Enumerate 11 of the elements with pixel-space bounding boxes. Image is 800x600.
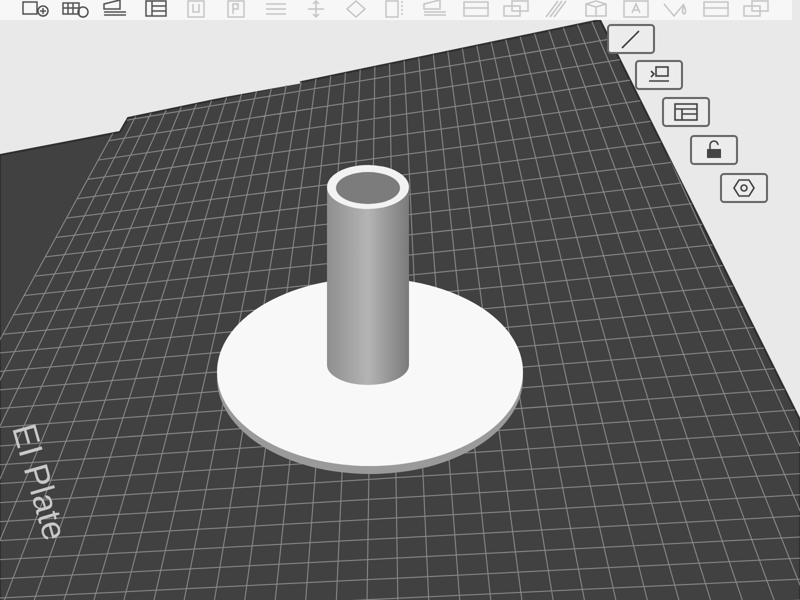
view-button[interactable] xyxy=(690,135,738,165)
view-button[interactable] xyxy=(607,24,655,54)
layout-icon xyxy=(673,102,699,122)
screen-icon xyxy=(646,65,672,85)
view-button[interactable] xyxy=(635,60,683,90)
toolbar-icon[interactable] xyxy=(62,0,90,18)
toolbar-icon[interactable] xyxy=(22,0,50,18)
view-button[interactable] xyxy=(720,173,768,203)
plate-label: EI Plate xyxy=(4,420,74,545)
nut-icon xyxy=(733,178,755,198)
view-button[interactable] xyxy=(662,97,710,127)
